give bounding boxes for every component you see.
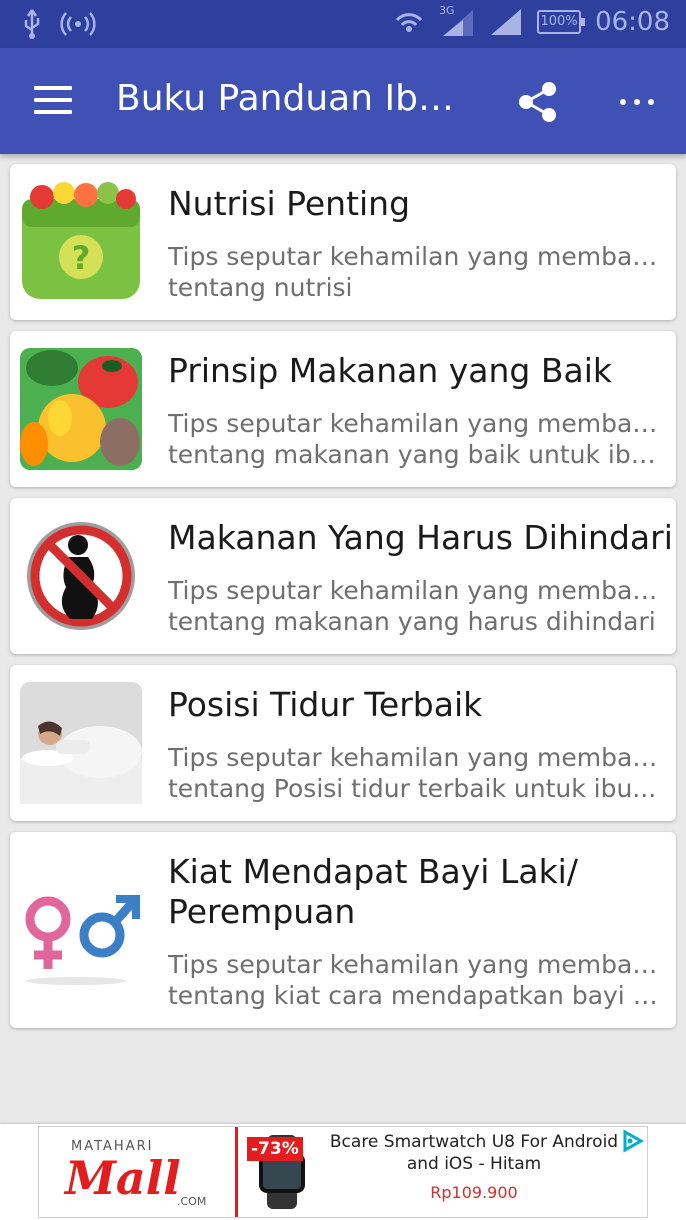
gender-symbols-icon	[20, 869, 142, 991]
network-type: 3G	[439, 4, 455, 17]
brand-suffix: .COM	[177, 1195, 207, 1208]
desc-line: Tips seputar kehamilan yang membahas	[168, 409, 662, 438]
battery-level: 100%	[540, 14, 578, 29]
list-item[interactable]: ? Nutrisi Penting Tips seputar kehamilan…	[10, 164, 676, 320]
app-title: Buku Panduan Ibu...	[116, 78, 466, 119]
desc-line: tentang Posisi tidur terbaik untuk ibu..…	[168, 774, 657, 803]
vegetables-icon	[20, 348, 142, 470]
ad-product-title: Bcare Smartwatch U8 For Android and iOS …	[329, 1132, 619, 1174]
usb-icon	[24, 9, 40, 39]
item-title: Nutrisi Penting	[168, 184, 411, 223]
list-item[interactable]: Posisi Tidur Terbaik Tips seputar kehami…	[10, 665, 676, 821]
desc-line: tentang makanan yang harus dihindari	[168, 607, 656, 636]
item-description: Tips seputar kehamilan yang membahas ten…	[168, 408, 662, 470]
sleeping-woman-icon	[20, 682, 142, 804]
nutrition-basket-icon: ?	[22, 182, 140, 299]
topic-list: ? Nutrisi Penting Tips seputar kehamilan…	[10, 164, 676, 1039]
discount-badge: -73%	[247, 1137, 303, 1161]
signal-icon	[491, 9, 522, 35]
desc-line: Tips seputar kehamilan yang membahas	[168, 950, 662, 979]
desc-line: tentang makanan yang baik untuk ibu...	[168, 440, 662, 469]
no-drinking-pregnant-icon	[20, 515, 142, 637]
desc-line: Tips seputar kehamilan yang membahas	[168, 242, 662, 271]
ad-banner: MATAHARI Mall .COM -73% Bcare Smartwatch…	[0, 1124, 686, 1220]
svg-text:?: ?	[72, 239, 91, 277]
desc-line: Tips seputar kehamilan yang membahas	[168, 576, 662, 605]
item-description: Tips seputar kehamilan yang membahas ten…	[168, 742, 662, 804]
brand-main: Mall	[65, 1151, 181, 1205]
share-icon[interactable]	[514, 78, 562, 126]
desc-line: tentang nutrisi	[168, 273, 353, 302]
hotspot-icon	[60, 12, 96, 36]
item-description: Tips seputar kehamilan yang membahas ten…	[168, 241, 662, 303]
item-title: Posisi Tidur Terbaik	[168, 685, 483, 724]
app-bar: Buku Panduan Ibu...	[0, 48, 686, 154]
desc-line: tentang kiat cara mendapatkan bayi laki.…	[168, 981, 662, 1010]
item-description: Tips seputar kehamilan yang membahas ten…	[168, 575, 662, 637]
more-options-icon[interactable]	[620, 78, 654, 126]
battery-icon: 100%	[537, 10, 586, 34]
wifi-icon	[395, 13, 423, 32]
ad-brand-logo: MATAHARI Mall .COM	[39, 1127, 238, 1217]
item-title: Makanan Yang Harus Dihindari	[168, 518, 673, 557]
item-title: Kiat Mendapat Bayi Laki/ Perempuan	[168, 852, 668, 932]
adchoices-icon[interactable]	[621, 1129, 645, 1153]
ad-link[interactable]: MATAHARI Mall .COM -73% Bcare Smartwatch…	[38, 1126, 648, 1218]
ad-price: Rp109.900	[430, 1183, 518, 1202]
list-item[interactable]: Prinsip Makanan yang Baik Tips seputar k…	[10, 331, 676, 487]
list-item[interactable]: Makanan Yang Harus Dihindari Tips seputa…	[10, 498, 676, 654]
status-bar: 3G 100% 06:08	[0, 0, 686, 48]
item-title-line: Perempuan	[168, 892, 356, 931]
item-title: Prinsip Makanan yang Baik	[168, 351, 613, 390]
desc-line: Tips seputar kehamilan yang membahas	[168, 743, 662, 772]
signal-3g-icon: 3G	[439, 4, 475, 38]
item-title-line: Kiat Mendapat Bayi Laki/	[168, 852, 578, 891]
clock: 06:08	[595, 7, 670, 37]
list-item[interactable]: Kiat Mendapat Bayi Laki/ Perempuan Tips …	[10, 832, 676, 1028]
item-description: Tips seputar kehamilan yang membahas ten…	[168, 949, 662, 1011]
hamburger-menu-icon[interactable]	[34, 86, 72, 116]
